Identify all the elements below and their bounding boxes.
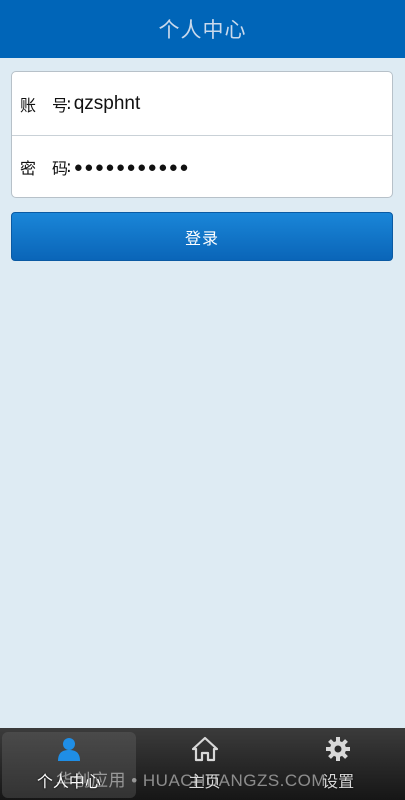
password-label: 密 码 bbox=[20, 159, 69, 178]
login-form: 账 号 : qzsphnt 密 码 : ●●●●●●●●●●● bbox=[11, 71, 393, 198]
tab-home-label: 主页 bbox=[188, 772, 221, 791]
account-label: 账 号 bbox=[20, 95, 69, 115]
account-input[interactable]: qzsphnt bbox=[74, 93, 374, 115]
tab-settings[interactable]: 设置 bbox=[271, 728, 405, 800]
password-row: 密 码 : ●●●●●●●●●●● bbox=[12, 135, 392, 197]
tab-settings-label: 设置 bbox=[322, 772, 355, 791]
password-input[interactable]: ●●●●●●●●●●● bbox=[74, 159, 374, 176]
gear-icon bbox=[326, 737, 351, 761]
password-colon: : bbox=[66, 157, 72, 177]
home-icon bbox=[191, 736, 218, 762]
user-icon bbox=[57, 738, 80, 761]
account-row: 账 号 : qzsphnt bbox=[12, 72, 392, 135]
page-title: 个人中心 bbox=[158, 18, 247, 42]
account-colon: : bbox=[66, 93, 72, 114]
tab-profile[interactable]: 个人中心 bbox=[2, 732, 136, 798]
tab-home[interactable]: 主页 bbox=[138, 728, 272, 800]
header-bar: 个人中心 bbox=[0, 0, 405, 58]
tab-profile-label: 个人中心 bbox=[36, 772, 101, 791]
login-button[interactable]: 登录 bbox=[11, 212, 393, 261]
bottom-tab-bar: 个人中心 主页 设置 bbox=[0, 728, 405, 800]
